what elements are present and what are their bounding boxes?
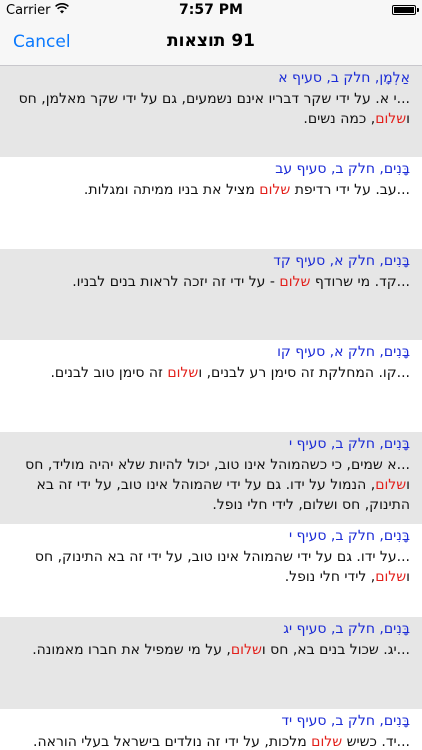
results-list[interactable]: אַלְמָן, חלק ב, סעיף א ...י א. על ידי שקר… (0, 66, 422, 750)
snippet-text: זה סימן טוב לבנים. (50, 365, 168, 381)
result-snippet: ...קד. מי שרודף שלום - על ידי זה יזכה לר… (12, 272, 410, 292)
page-title: 91 תוצאות (167, 31, 255, 51)
result-reference: בָּנִים, חלק ב, סעיף י (288, 436, 410, 452)
highlight-term: שלום (167, 365, 199, 381)
snippet-text: ...יד. כשיש (342, 734, 410, 750)
result-snippet: ...יד. כשיש שלום מלכות, על ידי זה נולדים… (12, 732, 410, 750)
snippet-text: , לידי חלי נופל. (284, 569, 376, 585)
result-reference: בָּנִים, חלק ב, סעיף יג (283, 621, 410, 637)
result-reference: בָּנִים, חלק א, סעיף קד (273, 253, 410, 269)
result-row[interactable]: בָּנִים, חלק ב, סעיף יד ...יד. כשיש שלום … (0, 709, 422, 750)
highlight-term: שלום (279, 274, 311, 290)
result-snippet: ...על ידו. גם על ידי שהמוהל אינו טוב, על… (12, 547, 410, 587)
result-snippet: ...י א. על ידי שקר דבריו אינם נשמעים, גם… (12, 89, 410, 129)
result-reference: בָּנִים, חלק ב, סעיף עב (275, 161, 410, 177)
result-reference: בָּנִים, חלק א, סעיף קו (277, 344, 410, 360)
snippet-text: ...עב. על ידי רדיפת (290, 182, 410, 198)
result-snippet: ...א שמים, כי כשהמוהל אינו טוב, יכול להי… (12, 455, 410, 515)
highlight-term: שלום (259, 182, 291, 198)
snippet-text: מלכות, על ידי זה נולדים בישראל בעלי הורא… (33, 734, 312, 750)
navigation-bar: Cancel 91 תוצאות (0, 20, 422, 66)
result-reference: בָּנִים, חלק ב, סעיף יד (281, 713, 410, 729)
result-row[interactable]: בָּנִים, חלק א, סעיף קד ...קד. מי שרודף ש… (0, 249, 422, 340)
result-snippet: ...יג. שכול בנים בא, חס ושלום, על מי שמפ… (12, 640, 410, 660)
result-snippet: ...עב. על ידי רדיפת שלום מציל את בניו ממ… (12, 180, 410, 200)
snippet-text: , כמה נשים. (303, 111, 376, 127)
highlight-term: שלום (375, 569, 407, 585)
result-row[interactable]: בָּנִים, חלק ב, סעיף יג ...יג. שכול בנים … (0, 617, 422, 709)
status-right (392, 5, 419, 15)
result-reference: אַלְמָן, חלק ב, סעיף א (278, 70, 410, 86)
highlight-term: שלום (375, 111, 407, 127)
screen: Carrier 7:57 PM Cancel 91 תוצאות אַלְמָן… (0, 0, 422, 750)
result-snippet: ...קו. המחלקת זה סימן רע לבנים, ושלום זה… (12, 363, 410, 383)
snippet-text: ...קו. המחלקת זה סימן רע לבנים, ו (198, 365, 410, 381)
result-reference: בָּנִים, חלק ב, סעיף י (288, 528, 410, 544)
result-row[interactable]: אַלְמָן, חלק ב, סעיף א ...י א. על ידי שקר… (0, 66, 422, 157)
snippet-text: ...יג. שכול בנים בא, חס ו (261, 642, 410, 658)
battery-icon (392, 5, 419, 15)
highlight-term: שלום (375, 477, 407, 493)
status-time: 7:57 PM (179, 2, 243, 18)
result-row[interactable]: בָּנִים, חלק ב, סעיף עב ...עב. על ידי רדי… (0, 157, 422, 249)
snippet-text: , על מי שמפיל את חברו מאמונה. (32, 642, 231, 658)
snippet-text: - על ידי זה יזכה לראות בנים לבניו. (72, 274, 280, 290)
snippet-text: מציל את בניו ממיתה ומגלות. (83, 182, 260, 198)
snippet-text: , הנמול על ידו. גם על ידי שהמוהל אינו טו… (36, 477, 411, 513)
snippet-text: ...קד. מי שרודף (310, 274, 410, 290)
result-row[interactable]: בָּנִים, חלק ב, סעיף י ...א שמים, כי כשהמ… (0, 432, 422, 524)
result-row[interactable]: בָּנִים, חלק א, סעיף קו ...קו. המחלקת זה … (0, 340, 422, 432)
result-row[interactable]: בָּנִים, חלק ב, סעיף י ...על ידו. גם על י… (0, 524, 422, 617)
highlight-term: שלום (230, 642, 262, 658)
highlight-term: שלום (311, 734, 343, 750)
status-bar: Carrier 7:57 PM (0, 0, 422, 20)
